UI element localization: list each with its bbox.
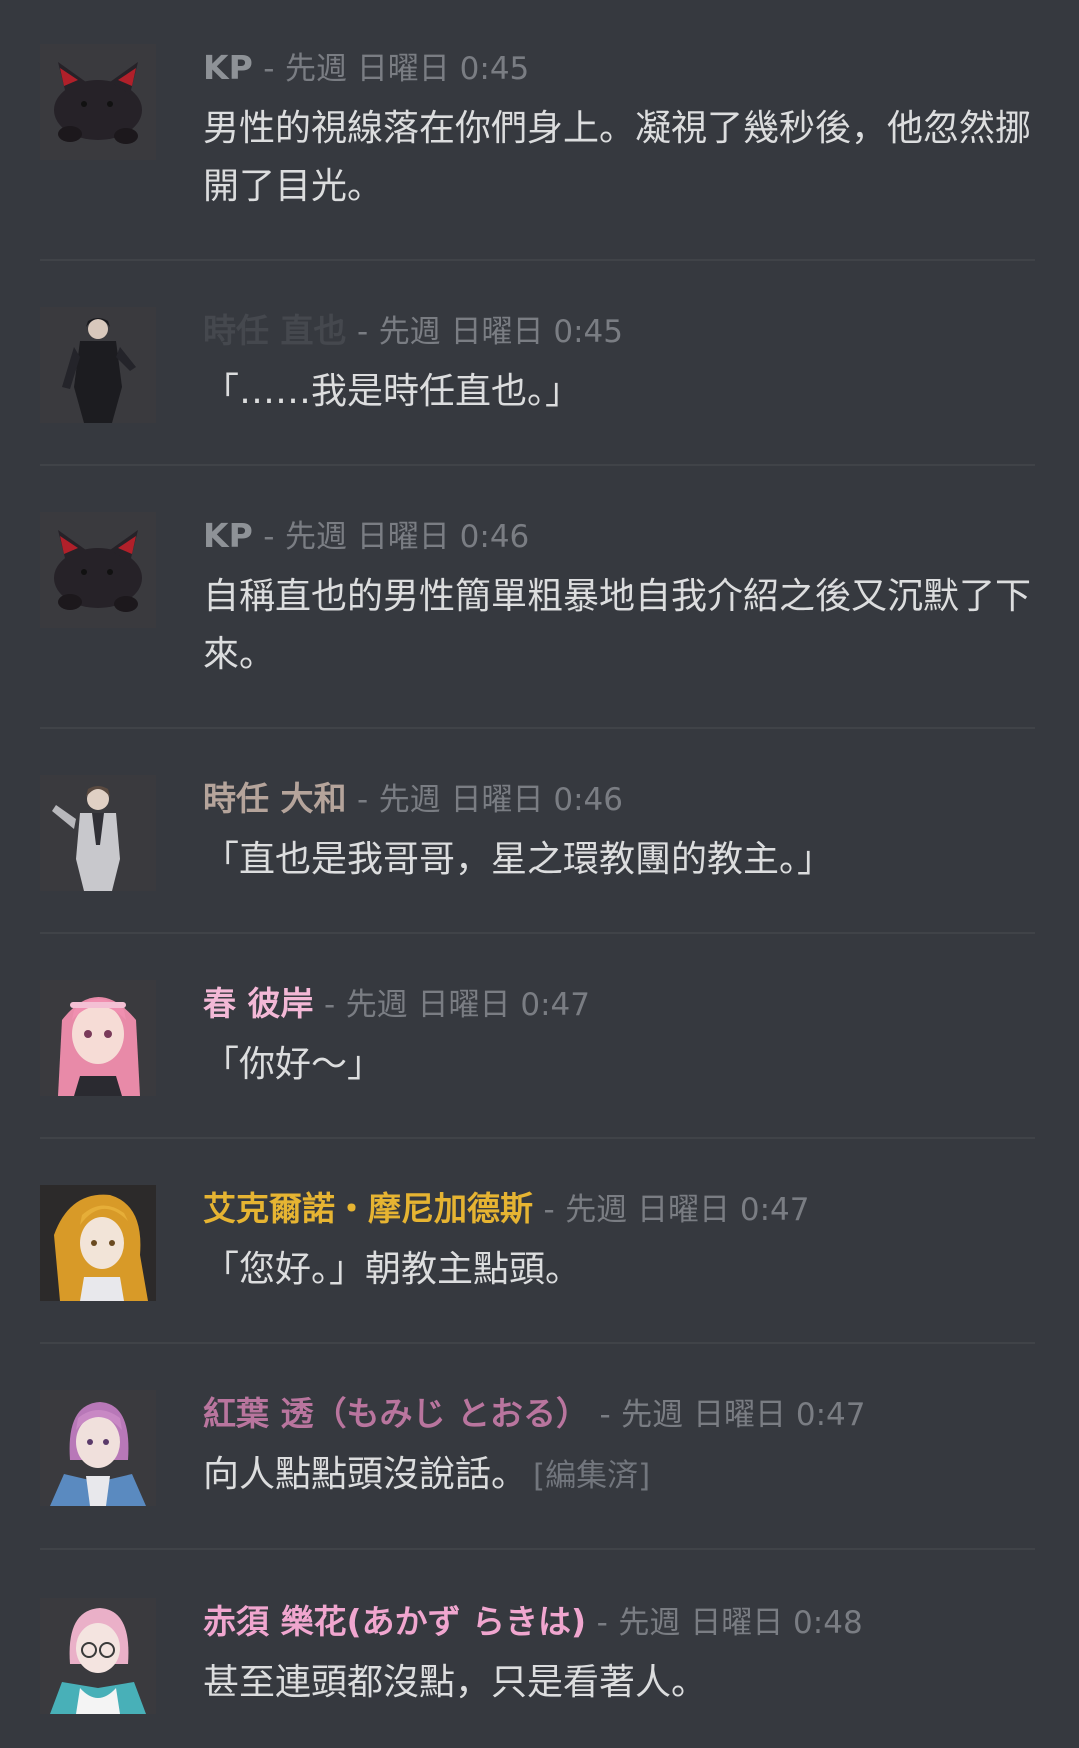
chat-log: KP - 先週 日曜日 0:45 男性的視線落在你們身上。凝視了幾秒後，他忽然挪… [0, 0, 1079, 1748]
author-name[interactable]: KP [203, 516, 253, 555]
author-avatar[interactable] [40, 44, 156, 160]
message-content: 甚至連頭都沒點，只是看著人。 [203, 1654, 1039, 1712]
separator: - [357, 782, 369, 818]
message-text: 自稱直也的男性簡單粗暴地自我介紹之後又沉默了下來。 [203, 576, 1032, 675]
pink-glasses-boy-avatar-icon [40, 1598, 156, 1714]
separator: - [263, 51, 275, 87]
black-cat-avatar-icon [40, 44, 156, 160]
author-avatar[interactable] [40, 307, 156, 423]
message-header: 紅葉 透（もみじ とおる） - 先週 日曜日 0:47 [203, 1392, 1039, 1437]
message-divider [40, 464, 1035, 466]
message-divider [40, 259, 1035, 261]
message-divider [40, 727, 1035, 729]
separator: - [599, 1397, 611, 1433]
author-avatar[interactable] [40, 512, 156, 628]
separator: - [324, 987, 336, 1023]
author-name[interactable]: 紅葉 透（もみじ とおる） [203, 1394, 589, 1433]
message-header: 時任 大和 - 先週 日曜日 0:46 [203, 777, 1039, 822]
message-header: 春 彼岸 - 先週 日曜日 0:47 [203, 982, 1039, 1027]
purple-hair-boy-avatar-icon [40, 1390, 156, 1506]
separator: - [596, 1605, 608, 1641]
message-header: 赤須 樂花(あかず らきは) - 先週 日曜日 0:48 [203, 1600, 1039, 1645]
message-content: 「……我是時任直也。」 [203, 363, 1039, 421]
message-text: 「直也是我哥哥，星之環教團的教主。」 [203, 839, 834, 880]
message-header: 艾克爾諾・摩尼加德斯 - 先週 日曜日 0:47 [203, 1187, 1039, 1232]
author-name[interactable]: 艾克爾諾・摩尼加德斯 [203, 1189, 533, 1228]
author-name[interactable]: 赤須 樂花(あかず らきは) [203, 1602, 586, 1641]
timestamp[interactable]: 先週 日曜日 0:46 [379, 782, 623, 818]
grey-suit-man-avatar-icon [40, 775, 156, 891]
author-avatar[interactable] [40, 1390, 156, 1506]
timestamp[interactable]: 先週 日曜日 0:45 [379, 314, 623, 350]
message-content: 向人點點頭沒說話。 [編集済] [203, 1446, 1039, 1505]
message-header: 時任 直也 - 先週 日曜日 0:45 [203, 309, 1039, 354]
blonde-long-hair-avatar-icon [40, 1185, 156, 1301]
message-text: 「您好。」朝教主點頭。 [203, 1249, 582, 1290]
author-name[interactable]: 時任 直也 [203, 311, 347, 350]
timestamp[interactable]: 先週 日曜日 0:47 [621, 1397, 865, 1433]
pink-hair-girl-avatar-icon [40, 980, 156, 1096]
author-name[interactable]: 時任 大和 [203, 779, 347, 818]
message-text: 甚至連頭都沒點，只是看著人。 [203, 1662, 708, 1703]
timestamp[interactable]: 先週 日曜日 0:47 [346, 987, 590, 1023]
message-content: 「你好～」 [203, 1036, 1039, 1094]
message-divider [40, 1342, 1035, 1344]
message-text: 「你好～」 [203, 1044, 384, 1085]
timestamp[interactable]: 先週 日曜日 0:47 [565, 1192, 809, 1228]
message-header: KP - 先週 日曜日 0:46 [203, 514, 1039, 559]
message-header: KP - 先週 日曜日 0:45 [203, 46, 1039, 91]
author-name[interactable]: KP [203, 48, 253, 87]
message-text: 男性的視線落在你們身上。凝視了幾秒後，他忽然挪開了目光。 [203, 108, 1032, 207]
message-content: 「直也是我哥哥，星之環教團的教主。」 [203, 831, 1039, 889]
author-avatar[interactable] [40, 775, 156, 891]
message-divider [40, 1548, 1035, 1550]
message-content: 男性的視線落在你們身上。凝視了幾秒後，他忽然挪開了目光。 [203, 100, 1039, 216]
message-content: 自稱直也的男性簡單粗暴地自我介紹之後又沉默了下來。 [203, 568, 1039, 684]
separator: - [357, 314, 369, 350]
author-avatar[interactable] [40, 1185, 156, 1301]
message-text: 向人點點頭沒說話。 [203, 1454, 528, 1495]
author-avatar[interactable] [40, 1598, 156, 1714]
timestamp[interactable]: 先週 日曜日 0:48 [618, 1605, 862, 1641]
message-content: 「您好。」朝教主點頭。 [203, 1241, 1039, 1299]
message-divider [40, 1137, 1035, 1139]
separator: - [263, 519, 275, 555]
edited-label: [編集済] [533, 1458, 651, 1494]
separator: - [543, 1192, 555, 1228]
timestamp[interactable]: 先週 日曜日 0:46 [285, 519, 529, 555]
message-divider [40, 932, 1035, 934]
black-cat-avatar-icon [40, 512, 156, 628]
author-name[interactable]: 春 彼岸 [203, 984, 314, 1023]
message-text: 「……我是時任直也。」 [203, 371, 582, 412]
dark-suit-man-avatar-icon [40, 307, 156, 423]
timestamp[interactable]: 先週 日曜日 0:45 [285, 51, 529, 87]
author-avatar[interactable] [40, 980, 156, 1096]
